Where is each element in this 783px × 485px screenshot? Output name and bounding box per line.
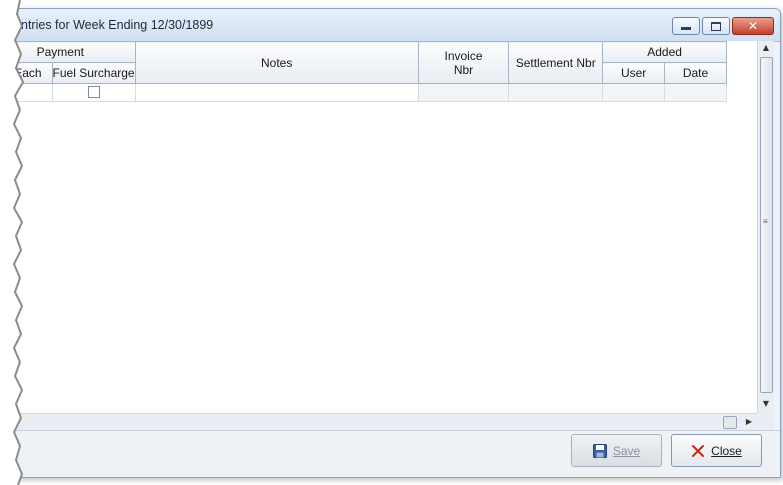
save-button[interactable]: Save	[571, 434, 662, 467]
invoice-nbr-cell[interactable]	[417, 83, 510, 102]
close-button[interactable]: Close	[671, 434, 762, 467]
close-button-label: Close	[711, 443, 742, 458]
floppy-disk-icon	[592, 443, 607, 458]
window-close-button[interactable]: ✕	[732, 17, 774, 35]
scrollbar-corner	[757, 413, 774, 430]
user-cell[interactable]	[602, 83, 666, 102]
date-cell[interactable]	[664, 83, 727, 102]
torn-edge-decoration	[0, 0, 25, 485]
invoice-header-line2: Nbr	[453, 62, 474, 77]
grid-table: Payment Notes Invoice Nbr Settlement Nbr…	[15, 41, 727, 102]
vertical-scroll-thumb[interactable]: ≡	[760, 57, 773, 393]
vertical-scrollbar[interactable]: ▲ ≡ ▼	[757, 41, 774, 413]
user-column-header[interactable]: User	[602, 62, 666, 84]
notes-column-header[interactable]: Notes	[134, 41, 419, 84]
maximize-button[interactable]	[702, 17, 730, 35]
date-column-header[interactable]: Date	[664, 62, 727, 84]
grip-icon: ≡	[763, 217, 768, 226]
notes-cell[interactable]	[134, 83, 419, 102]
close-icon: ✕	[747, 19, 759, 33]
minimize-button[interactable]	[672, 17, 700, 35]
invoice-nbr-column-header[interactable]: Invoice Nbr	[417, 41, 510, 84]
table-row[interactable]	[15, 83, 727, 102]
maximize-icon	[711, 21, 721, 31]
title-bar[interactable]: ntries for Week Ending 12/30/1899 ✕	[15, 9, 780, 42]
invoice-header-line1: Invoice	[444, 48, 483, 63]
scroll-up-icon[interactable]: ▲	[758, 41, 774, 55]
window-title: ntries for Week Ending 12/30/1899	[21, 18, 214, 32]
scroll-right-icon[interactable]: ▶	[743, 414, 755, 430]
save-button-label: Save	[612, 443, 641, 458]
horizontal-scroll-thumb[interactable]	[723, 416, 737, 429]
horizontal-scrollbar[interactable]: ▶	[15, 413, 757, 430]
added-group-header[interactable]: Added	[602, 41, 727, 63]
minimize-icon	[681, 27, 691, 30]
button-bar: Save Close	[15, 430, 780, 477]
window-controls: ✕	[672, 17, 774, 35]
entries-grid[interactable]: Payment Notes Invoice Nbr Settlement Nbr…	[15, 41, 757, 413]
settlement-nbr-column-header[interactable]: Settlement Nbr	[508, 41, 604, 84]
fuel-surcharge-checkbox[interactable]	[87, 86, 100, 98]
entries-window: ntries for Week Ending 12/30/1899 ✕ Paym…	[14, 8, 781, 478]
settlement-nbr-cell[interactable]	[508, 83, 604, 102]
scroll-down-icon[interactable]: ▼	[758, 397, 774, 411]
fuel-surcharge-cell[interactable]	[51, 83, 136, 102]
fuel-surcharge-column-header[interactable]: Fuel Surcharge	[51, 62, 136, 84]
red-x-icon	[692, 444, 705, 457]
